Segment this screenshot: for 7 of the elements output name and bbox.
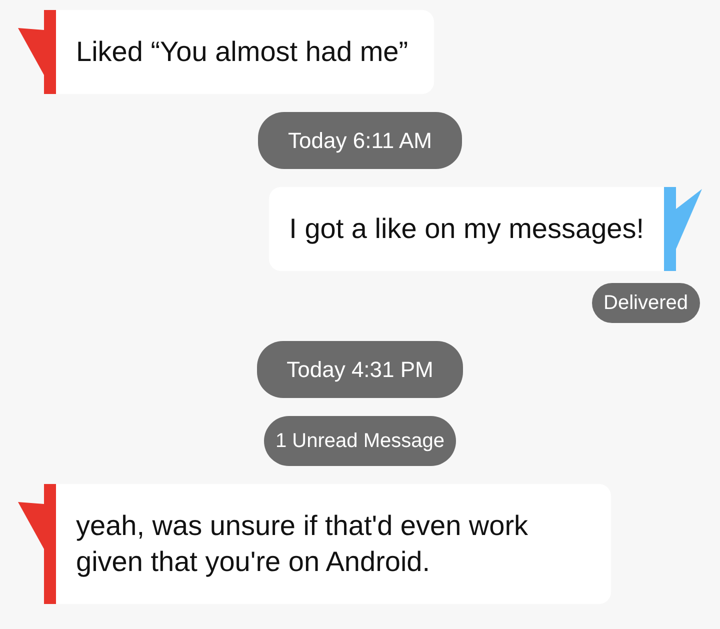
timestamp-label: Today 6:11 AM bbox=[258, 112, 462, 169]
delivery-status: Delivered bbox=[592, 283, 700, 323]
message-bubble: I got a like on my messages! bbox=[269, 187, 664, 271]
unread-label: 1 Unread Message bbox=[264, 416, 456, 466]
timestamp-label: Today 4:31 PM bbox=[256, 341, 464, 398]
message-bubble: yeah, was unsure if that'd even work given that you're on Android. bbox=[56, 484, 611, 604]
message-bubble: Liked “You almost had me” bbox=[56, 10, 434, 94]
